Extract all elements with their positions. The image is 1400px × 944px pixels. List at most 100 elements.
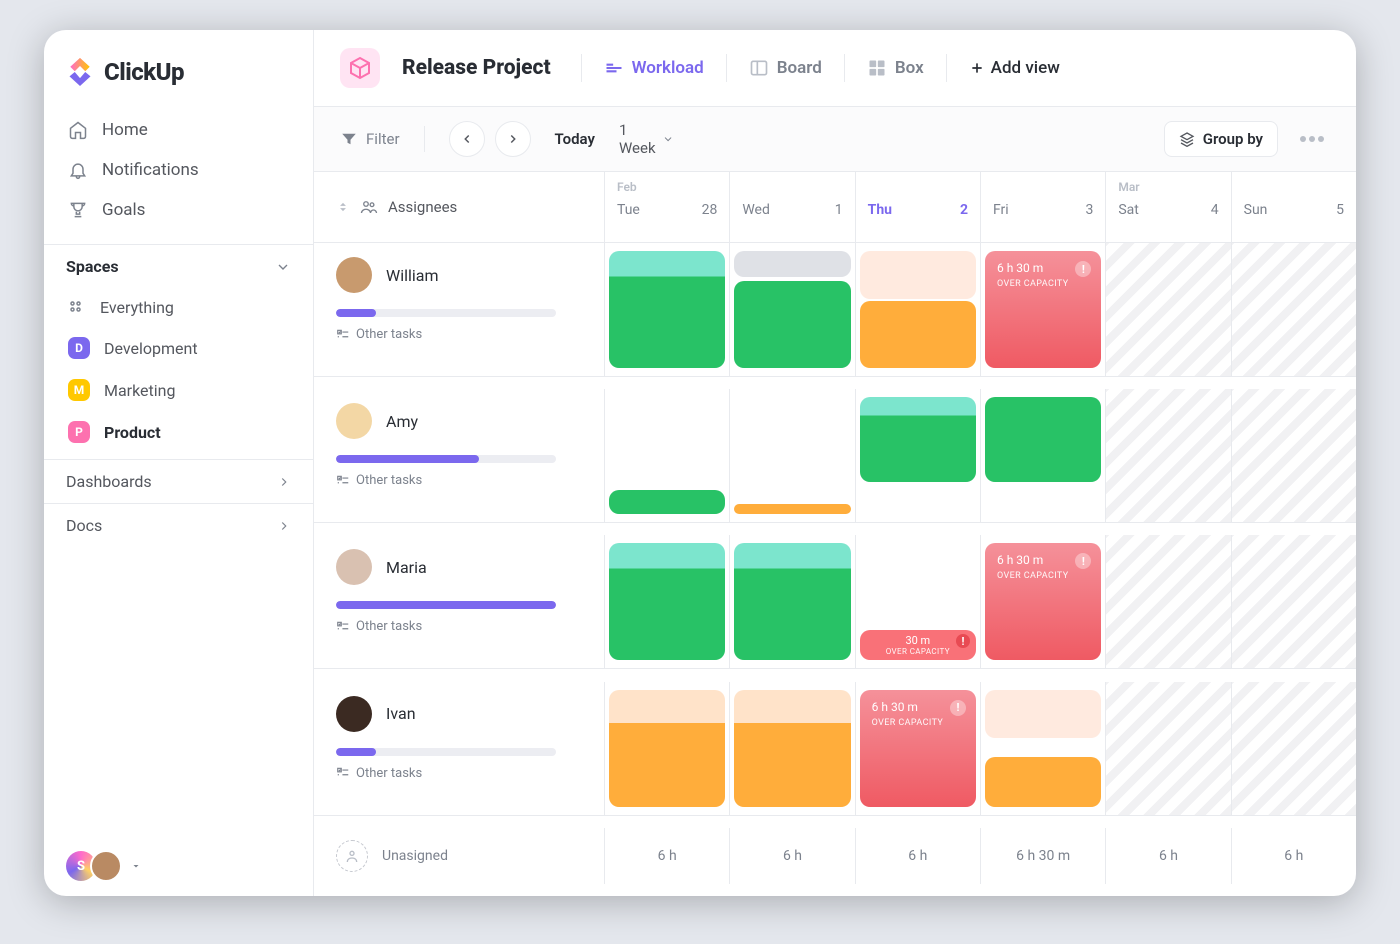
chevron-right-icon — [506, 132, 520, 146]
workload-icon — [604, 58, 624, 78]
workload-cell[interactable] — [729, 243, 854, 377]
trophy-icon — [68, 200, 88, 220]
space-chip-d: D — [68, 337, 90, 359]
workload-block[interactable] — [734, 504, 850, 514]
workload-block[interactable] — [609, 690, 725, 807]
sidebar-dashboards[interactable]: Dashboards — [44, 459, 313, 503]
tab-workload[interactable]: Workload — [604, 58, 704, 78]
workload-block[interactable] — [985, 757, 1101, 807]
progress-bar — [336, 455, 556, 463]
total-cell: 6 h — [604, 828, 729, 884]
other-tasks-toggle[interactable]: Other tasks — [336, 473, 582, 488]
space-everything[interactable]: Everything — [44, 288, 313, 327]
workload-block[interactable] — [609, 251, 725, 368]
nav-notifications[interactable]: Notifications — [44, 150, 313, 190]
group-by-button[interactable]: Group by — [1164, 121, 1278, 157]
spaces-header[interactable]: Spaces — [44, 245, 313, 282]
today-button[interactable]: Today — [555, 130, 595, 148]
layers-icon — [1179, 131, 1195, 147]
workload-cell[interactable] — [604, 535, 729, 669]
tab-board[interactable]: Board — [749, 58, 822, 78]
chevron-down-icon — [275, 259, 291, 275]
clickup-logo-icon — [66, 58, 94, 86]
more-button[interactable] — [1294, 121, 1330, 157]
workload-block[interactable] — [860, 301, 976, 368]
chevron-right-icon — [277, 519, 291, 533]
workload-block[interactable] — [734, 543, 850, 660]
workload-block[interactable] — [985, 397, 1101, 482]
checklist-icon — [336, 474, 350, 488]
workload-block[interactable] — [985, 690, 1101, 738]
workload-cell[interactable] — [855, 243, 980, 377]
workload-cell[interactable] — [604, 389, 729, 523]
workload-cell[interactable] — [729, 682, 854, 816]
unassigned-row[interactable]: Unasigned — [314, 828, 604, 884]
day-header: Feb Tue28 — [604, 172, 729, 243]
workload-cell[interactable] — [980, 389, 1105, 523]
workload-block-over[interactable]: 6 h 30 mOVER CAPACITY ! — [860, 690, 976, 807]
brand: ClickUp — [44, 50, 313, 106]
workload-block-over[interactable]: 6 h 30 mOVER CAPACITY ! — [985, 251, 1101, 368]
other-tasks-toggle[interactable]: Other tasks — [336, 619, 582, 634]
workload-block[interactable] — [609, 543, 725, 660]
space-chip-p: P — [68, 421, 90, 443]
workload-block[interactable] — [860, 251, 976, 299]
workload-cell[interactable]: 6 h 30 mOVER CAPACITY ! — [855, 682, 980, 816]
primary-nav: Home Notifications Goals — [44, 106, 313, 244]
next-button[interactable] — [495, 121, 531, 157]
progress-bar — [336, 309, 556, 317]
space-development[interactable]: D Development — [44, 327, 313, 369]
workload-cell[interactable] — [604, 682, 729, 816]
workload-block[interactable] — [734, 690, 850, 807]
space-product[interactable]: P Product — [44, 411, 313, 453]
exclamation-icon: ! — [1075, 261, 1091, 277]
progress-bar — [336, 601, 556, 609]
space-chip-m: M — [68, 379, 90, 401]
workload-block[interactable] — [860, 397, 976, 482]
nav-home[interactable]: Home — [44, 110, 313, 150]
workload-block-over[interactable]: 30 m OVER CAPACITY ! — [860, 630, 976, 660]
avatar — [336, 403, 372, 439]
exclamation-icon: ! — [950, 700, 966, 716]
sort-icon — [336, 200, 350, 214]
workload-cell[interactable] — [729, 389, 854, 523]
workload-cell[interactable]: 30 m OVER CAPACITY ! — [855, 535, 980, 669]
sidebar-docs[interactable]: Docs — [44, 503, 313, 547]
plus-icon — [969, 60, 985, 76]
avatar — [336, 257, 372, 293]
workload-cell[interactable] — [980, 682, 1105, 816]
user-switcher[interactable]: S — [44, 836, 313, 896]
assignee-row[interactable]: Amy Other tasks — [314, 389, 604, 523]
brand-name: ClickUp — [104, 58, 184, 86]
workload-block[interactable] — [734, 281, 850, 368]
workload-block[interactable] — [609, 490, 725, 514]
workload-cell[interactable]: 6 h 30 mOVER CAPACITY ! — [980, 535, 1105, 669]
box-grid-icon — [867, 58, 887, 78]
add-view-button[interactable]: Add view — [969, 58, 1060, 78]
assignee-row[interactable]: Maria Other tasks — [314, 535, 604, 669]
workload-cell[interactable]: 6 h 30 mOVER CAPACITY ! — [980, 243, 1105, 377]
other-tasks-toggle[interactable]: Other tasks — [336, 327, 582, 342]
tab-box[interactable]: Box — [867, 58, 924, 78]
workload-block-over[interactable]: 6 h 30 mOVER CAPACITY ! — [985, 543, 1101, 660]
other-tasks-toggle[interactable]: Other tasks — [336, 766, 582, 781]
workload-cell[interactable] — [729, 535, 854, 669]
sidebar: ClickUp Home Notifications Goals Spaces — [44, 30, 314, 896]
home-icon — [68, 120, 88, 140]
workload-cell — [1105, 389, 1230, 523]
workload-block[interactable] — [734, 251, 850, 277]
assignee-row[interactable]: Ivan Other tasks — [314, 682, 604, 816]
space-marketing[interactable]: M Marketing — [44, 369, 313, 411]
assignee-row[interactable]: William Other tasks — [314, 243, 604, 377]
prev-button[interactable] — [449, 121, 485, 157]
filter-button[interactable]: Filter — [340, 130, 400, 148]
nav-goals[interactable]: Goals — [44, 190, 313, 230]
range-selector[interactable]: 1 Week — [619, 121, 674, 157]
chevron-left-icon — [460, 132, 474, 146]
assignees-header[interactable]: Assignees — [314, 172, 604, 243]
workload-cell[interactable] — [604, 243, 729, 377]
workload-cell[interactable] — [855, 389, 980, 523]
exclamation-icon: ! — [1075, 553, 1091, 569]
day-header: Mar Sat4 — [1105, 172, 1230, 243]
workload-cell — [1105, 243, 1230, 377]
